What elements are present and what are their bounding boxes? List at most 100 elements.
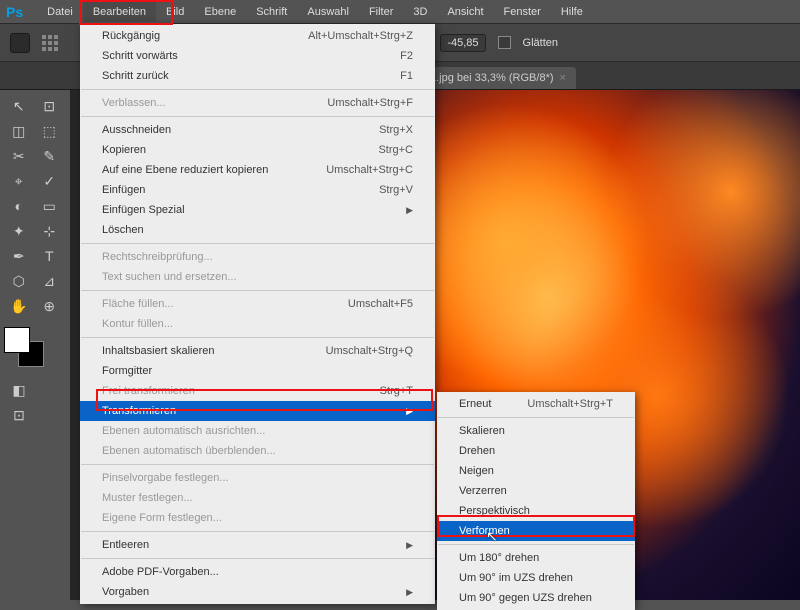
edit-menu-item[interactable]: RückgängigAlt+Umschalt+Strg+Z: [80, 26, 435, 46]
edit-menu-item[interactable]: EinfügenStrg+V: [80, 180, 435, 200]
edit-menu-item[interactable]: Schritt zurückF1: [80, 66, 435, 86]
transform-menu-item[interactable]: Skalieren: [437, 421, 635, 441]
gradient-tool-icon[interactable]: ⊹: [35, 219, 65, 243]
menu-item-shortcut: ▶: [406, 204, 413, 216]
app-logo: Ps: [6, 4, 23, 20]
edit-menu-item[interactable]: Text suchen und ersetzen...: [80, 267, 435, 287]
menu-item-shortcut: Strg+C: [378, 144, 413, 156]
move-tool-icon[interactable]: ↖: [4, 94, 34, 118]
document-tab[interactable]: 1.jpg bei 33,3% (RGB/8*) ×: [420, 67, 576, 89]
crop-tool-icon[interactable]: ✂: [4, 144, 34, 168]
marquee-tool-icon[interactable]: ◫: [4, 119, 34, 143]
edit-menu-item[interactable]: Eigene Form festlegen...: [80, 508, 435, 528]
zoom-tool-icon[interactable]: ⊕: [35, 294, 65, 318]
edit-menu-item[interactable]: Inhaltsbasiert skalierenUmschalt+Strg+Q: [80, 341, 435, 361]
menu-item-shortcut: Umschalt+F5: [348, 298, 413, 310]
edit-menu-item[interactable]: Ebenen automatisch ausrichten...: [80, 421, 435, 441]
eyedropper-tool-icon[interactable]: ✎: [35, 144, 65, 168]
edit-menu-item[interactable]: Auf eine Ebene reduziert kopierenUmschal…: [80, 160, 435, 180]
menu-item-label: Formgitter: [102, 365, 152, 377]
fg-color-icon[interactable]: [4, 327, 30, 353]
lasso-tool-icon[interactable]: ⬚: [35, 119, 65, 143]
menu-datei[interactable]: Datei: [37, 2, 83, 22]
transform-menu-item[interactable]: Um 90° gegen UZS drehen: [437, 588, 635, 608]
menu-ebene[interactable]: Ebene: [194, 2, 246, 22]
edit-menu-item[interactable]: Kopieren Strg+C: [80, 140, 435, 160]
menu-fenster[interactable]: Fenster: [494, 2, 551, 22]
tab-title: 1.jpg bei 33,3% (RGB/8*): [430, 72, 554, 84]
menu-item-label: Frei transformieren: [102, 385, 195, 397]
transform-menu-item[interactable]: Um 180° drehen: [437, 548, 635, 568]
anchor-grid-icon[interactable]: [42, 35, 58, 51]
menu-item-label: Ebenen automatisch überblenden...: [102, 445, 276, 457]
menu-bild[interactable]: Bild: [156, 2, 194, 22]
menu-schrift[interactable]: Schrift: [246, 2, 297, 22]
transform-menu-item[interactable]: Verformen: [437, 521, 635, 541]
screenmode-icon[interactable]: ⊡: [4, 403, 34, 427]
edit-menu-dropdown: RückgängigAlt+Umschalt+Strg+ZSchritt vor…: [80, 24, 435, 604]
smooth-checkbox[interactable]: [498, 36, 511, 49]
menu-item-label: Ausschneiden: [102, 124, 171, 136]
transform-menu-item[interactable]: Perspektivisch: [437, 501, 635, 521]
menu-item-label: Um 90° gegen UZS drehen: [459, 592, 592, 604]
tool-preset-icon[interactable]: [10, 33, 30, 53]
menu-ansicht[interactable]: Ansicht: [437, 2, 493, 22]
transform-menu-item[interactable]: Drehen: [437, 441, 635, 461]
edit-menu-item[interactable]: Transformieren▶: [80, 401, 435, 421]
angle-input[interactable]: -45,85: [440, 34, 485, 52]
edit-menu-item[interactable]: Rechtschreibprüfung...: [80, 247, 435, 267]
menu-filter[interactable]: Filter: [359, 2, 403, 22]
edit-menu-item[interactable]: Vorgaben▶: [80, 582, 435, 602]
menu-item-label: Perspektivisch: [459, 505, 530, 517]
edit-menu-item[interactable]: Frei transformieren Strg+T: [80, 381, 435, 401]
path-tool-icon[interactable]: ⬡: [4, 269, 34, 293]
hand-tool-icon[interactable]: ✋: [4, 294, 34, 318]
color-swatch[interactable]: [4, 327, 44, 367]
shape-tool-icon[interactable]: ⊿: [35, 269, 65, 293]
transform-menu-item[interactable]: ErneutUmschalt+Strg+T: [437, 394, 635, 414]
menu-item-shortcut: Strg+X: [379, 124, 413, 136]
edit-menu-item[interactable]: Entleeren▶: [80, 535, 435, 555]
menu-3d[interactable]: 3D: [403, 2, 437, 22]
artboard-tool-icon[interactable]: ⊡: [35, 94, 65, 118]
edit-menu-item[interactable]: Adobe PDF-Vorgaben...: [80, 562, 435, 582]
edit-menu-item[interactable]: Muster festlegen...: [80, 488, 435, 508]
menu-item-shortcut: ▶: [406, 586, 413, 598]
type-tool-icon[interactable]: T: [35, 244, 65, 268]
menu-item-label: Um 180° drehen: [459, 552, 539, 564]
menu-hilfe[interactable]: Hilfe: [551, 2, 593, 22]
edit-menu-item[interactable]: Pinselvorgabe festlegen...: [80, 468, 435, 488]
transform-menu-item[interactable]: Verzerren: [437, 481, 635, 501]
edit-menu-item[interactable]: Löschen: [80, 220, 435, 240]
menu-auswahl[interactable]: Auswahl: [297, 2, 359, 22]
heal-tool-icon[interactable]: ⌖: [4, 169, 34, 193]
menu-item-shortcut: ▶: [406, 405, 413, 417]
edit-menu-item[interactable]: Einfügen Spezial▶: [80, 200, 435, 220]
history-brush-tool-icon[interactable]: ▭: [35, 194, 65, 218]
edit-menu-item[interactable]: Verblassen...Umschalt+Strg+F: [80, 93, 435, 113]
edit-menu-item[interactable]: Kontur füllen...: [80, 314, 435, 334]
menu-item-label: Kopieren: [102, 144, 146, 156]
menu-item-label: Verformen: [459, 525, 510, 537]
transform-menu-item[interactable]: Um 90° im UZS drehen: [437, 568, 635, 588]
menu-bearbeiten[interactable]: Bearbeiten: [83, 2, 156, 22]
quickmask-icon[interactable]: ◧: [4, 378, 34, 402]
pen-tool-icon[interactable]: ✒: [4, 244, 34, 268]
menu-item-label: Skalieren: [459, 425, 505, 437]
stamp-tool-icon[interactable]: ◐: [4, 194, 34, 218]
menu-item-shortcut: F1: [400, 70, 413, 82]
transform-menu-item[interactable]: Neigen: [437, 461, 635, 481]
eraser-tool-icon[interactable]: ✦: [4, 219, 34, 243]
edit-menu-item[interactable]: Formgitter: [80, 361, 435, 381]
edit-menu-item[interactable]: Schritt vorwärtsF2: [80, 46, 435, 66]
menu-item-label: Rechtschreibprüfung...: [102, 251, 213, 263]
menu-item-shortcut: Strg+T: [380, 385, 413, 397]
menu-item-label: Verzerren: [459, 485, 507, 497]
edit-menu-item[interactable]: Ausschneiden Strg+X: [80, 120, 435, 140]
brush-tool-icon[interactable]: ✓: [35, 169, 65, 193]
edit-menu-item[interactable]: Fläche füllen...Umschalt+F5: [80, 294, 435, 314]
smooth-label: Glätten: [523, 37, 558, 49]
menu-item-label: Inhaltsbasiert skalieren: [102, 345, 215, 357]
edit-menu-item[interactable]: Ebenen automatisch überblenden...: [80, 441, 435, 461]
close-icon[interactable]: ×: [560, 72, 566, 84]
